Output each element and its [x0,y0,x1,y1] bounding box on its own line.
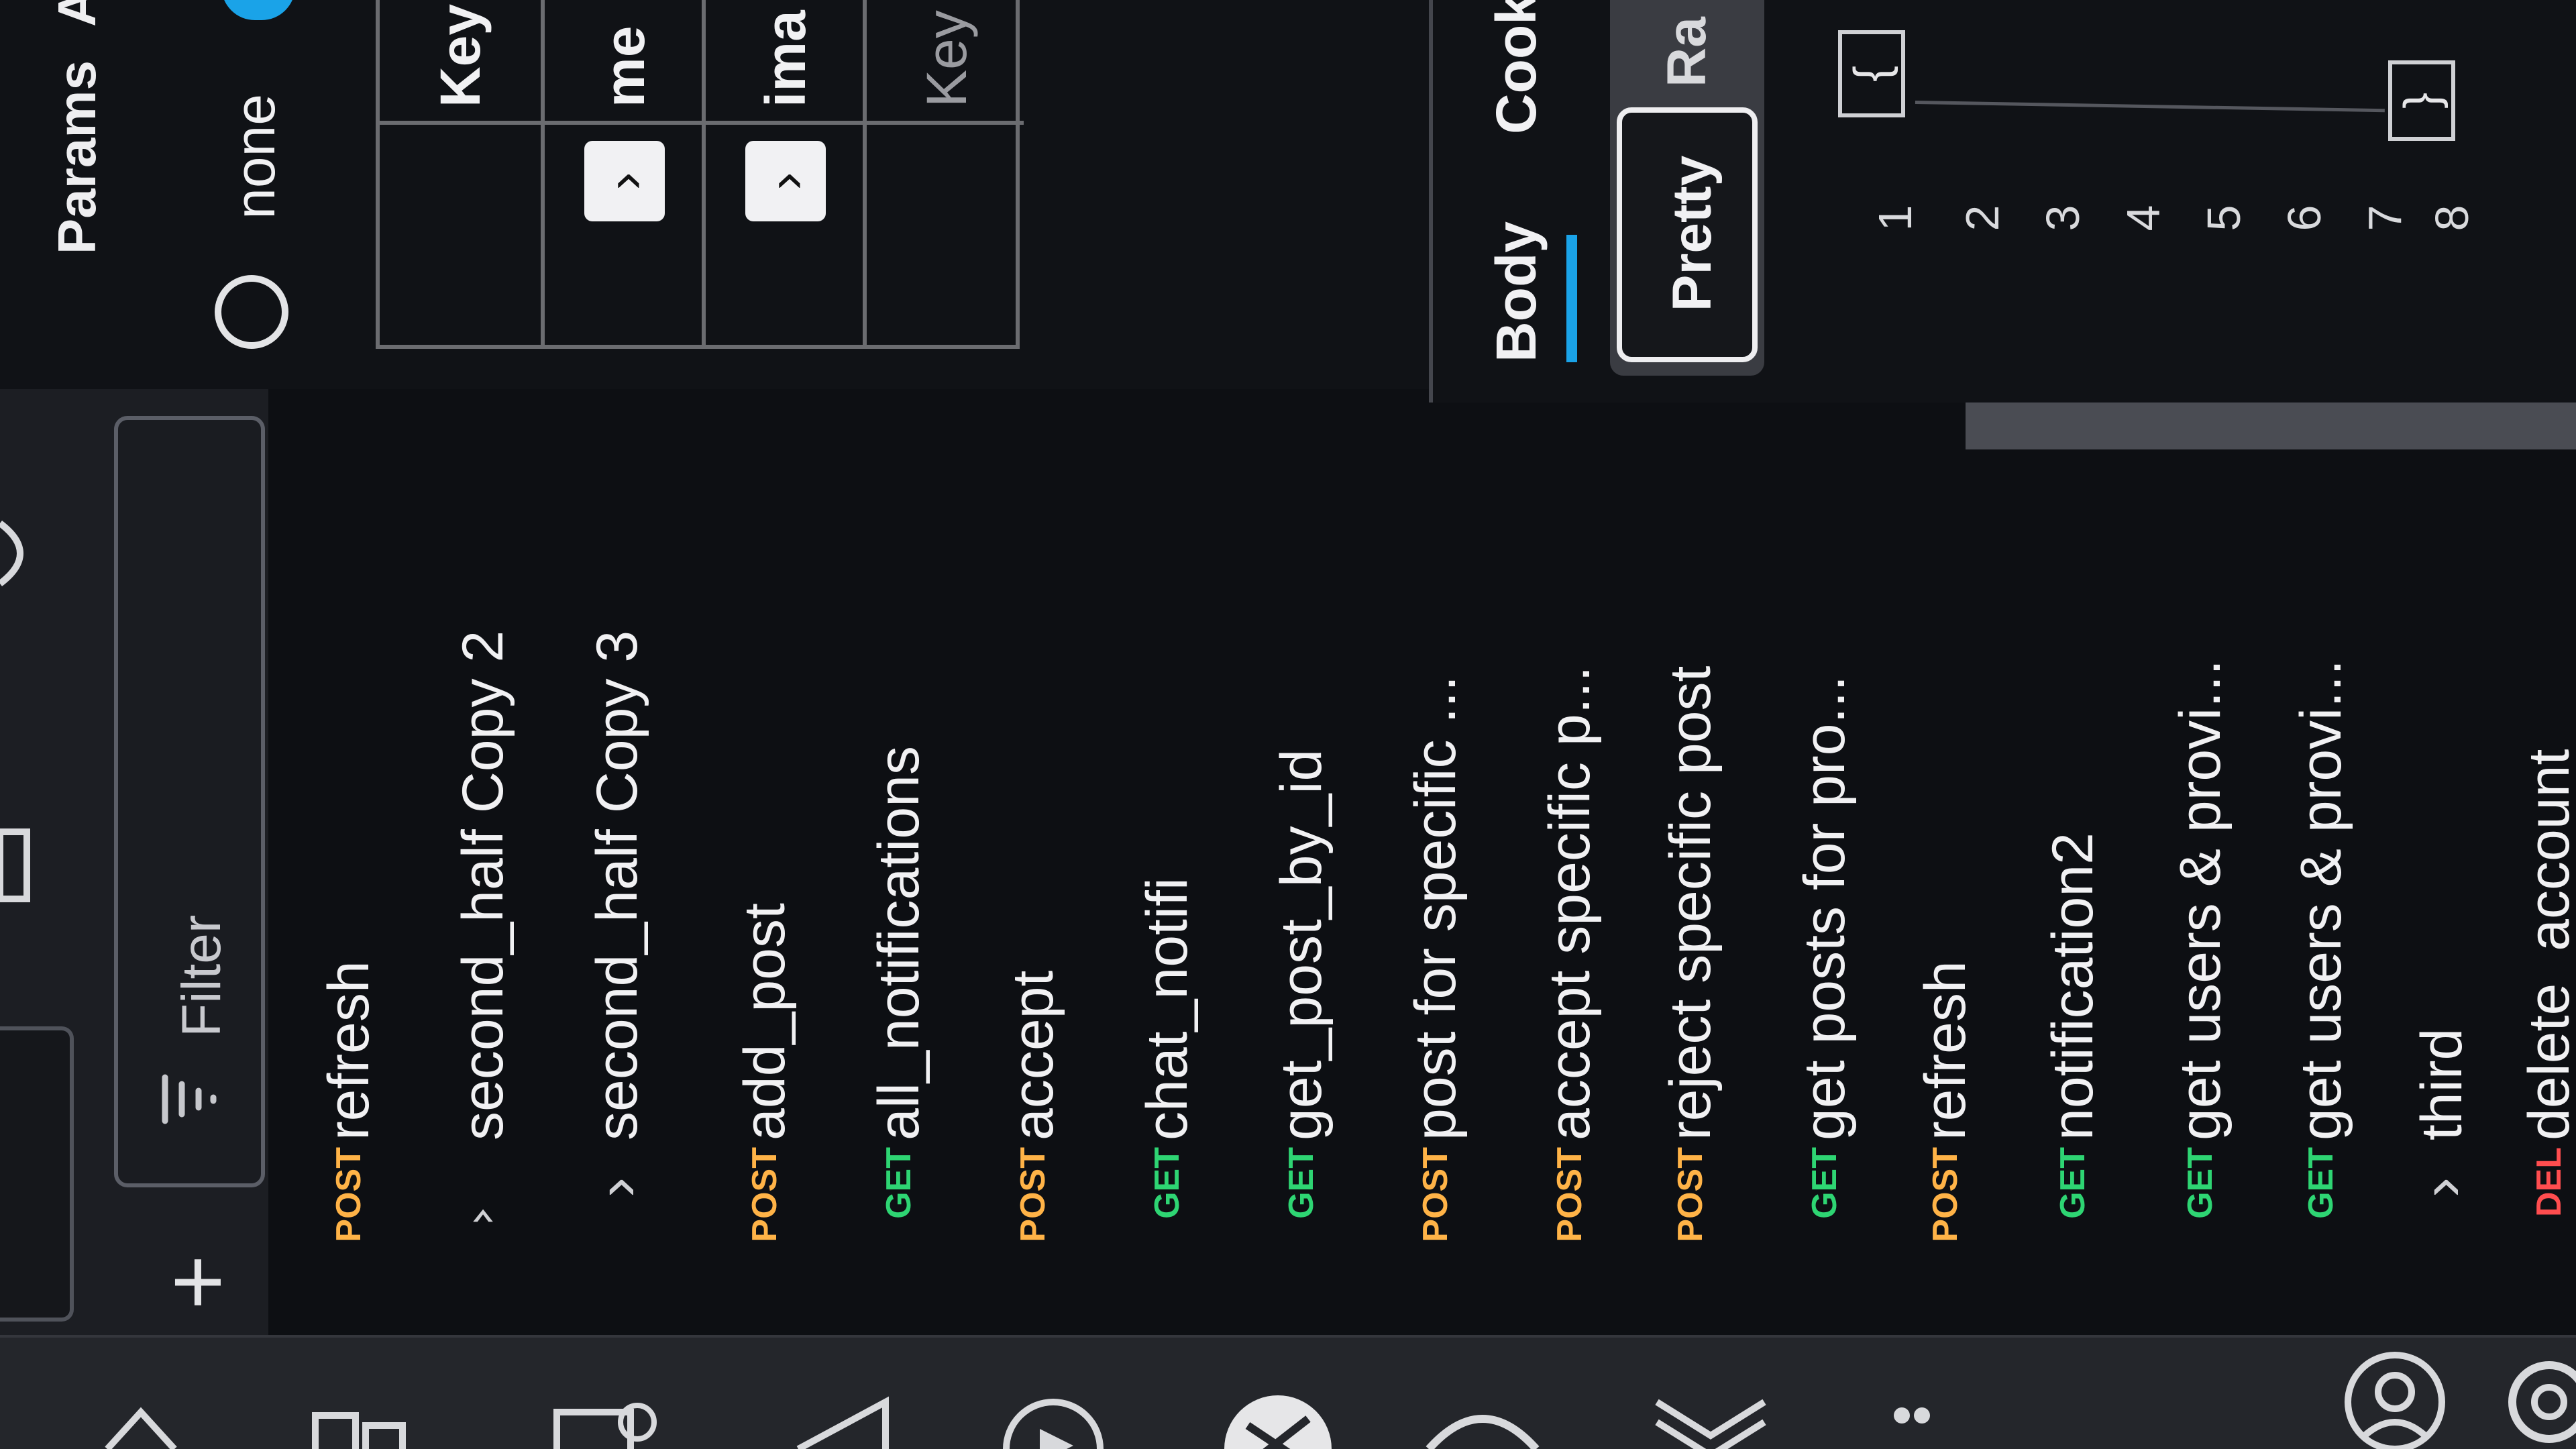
request-row[interactable]: GET get posts for pro... [1764,416,1885,1355]
table-header-key: Key [429,3,492,107]
request-name: get posts for pro... [1792,675,1857,1140]
tab-body-underline [1566,235,1577,362]
tab-cookies[interactable]: Cook [1476,0,1556,134]
body-none-label-wrap: none [215,94,295,268]
tab-params-label: Params [47,60,107,255]
request-name: get users & provi... [2289,659,2353,1140]
request-name: add_post [733,903,797,1140]
view-pretty-button[interactable]: Pretty [1617,107,1758,362]
side-tab[interactable] [0,1026,74,1322]
request-row[interactable]: GET get users & provi... [2261,416,2381,1355]
flows-icon[interactable] [993,1399,1114,1449]
request-row[interactable]: POST accept [973,416,1093,1355]
apis-icon[interactable] [1221,1392,1335,1449]
tab-params[interactable]: Params [37,60,117,342]
table-placeholder-row[interactable]: Key [866,0,1024,349]
filter-placeholder: Filter [171,914,232,1037]
request-row[interactable]: POST accept specific p... [1509,416,1630,1355]
tab-auth[interactable]: A [37,0,117,27]
brace-open: { [1838,30,1905,117]
request-name: get_post_by_id [1269,749,1334,1140]
line-number: 7 [2359,205,2411,231]
request-name: reject specific post [1658,665,1723,1140]
mock-servers-icon[interactable] [1422,1402,1543,1449]
history-icon[interactable] [792,1395,892,1449]
line-number: 8 [2426,205,2478,231]
tab-cookies-label: Cook [1485,0,1548,134]
request-row[interactable]: POST add_post [704,416,825,1355]
line-number: 6 [2278,205,2330,231]
request-row[interactable]: GET all_notifications [839,416,959,1355]
body-none-radio[interactable] [215,275,288,349]
key-placeholder: Key [915,10,978,107]
request-name: refresh [1913,961,1978,1140]
line-number: 4 [2117,205,2169,231]
photo-frame: Filter + POST refresh ‸ second_half Copy 2 ›… [0,0,2576,1449]
environments-icon[interactable] [550,1402,664,1449]
row-checkbox[interactable]: › [745,141,826,221]
folder-row[interactable]: › second_half Copy 3 [557,416,678,1355]
request-row[interactable]: DEL delete_account [2489,416,2576,1355]
request-name: third [2410,1028,2474,1140]
folder-row[interactable]: › third [2381,416,2502,1355]
request-row[interactable]: GET notification2 [2012,416,2133,1355]
request-row[interactable]: GET get_post_by_id [1241,416,1362,1355]
line-number: 3 [2037,205,2089,231]
line-number: 5 [2198,205,2250,231]
request-row[interactable]: GET get users & provi... [2140,416,2261,1355]
request-name: delete_account [2517,749,2576,1140]
request-name: notification2 [2041,833,2105,1140]
request-name: second_half Copy 3 [585,630,649,1140]
tab-auth-label: A [47,0,107,27]
request-row[interactable]: POST post for specific ... [1375,416,1496,1355]
request-name: refresh [317,961,381,1140]
filter-icon [152,1064,225,1131]
table-row[interactable]: › ima [705,0,863,349]
filter-box[interactable]: Filter [114,416,265,1187]
table-row[interactable]: › me [544,0,702,349]
request-name: all_notifications [867,745,931,1140]
refresh-icon[interactable] [0,517,40,590]
row-key: ima [754,10,817,107]
tab-body[interactable]: Body [1476,221,1556,389]
chevron-up-icon[interactable]: ‸ [449,1154,517,1221]
request-name: second_half Copy 2 [451,630,515,1140]
line-number: 2 [1956,205,2008,231]
row-key: me [593,25,656,107]
request-row[interactable]: POST refresh [288,416,409,1355]
brace-close: } [2388,60,2455,141]
home-icon[interactable] [101,1395,181,1449]
request-name: accept specific p... [1538,665,1602,1140]
body-none-label: none [223,94,286,219]
import-icon[interactable] [0,825,34,906]
filter-input[interactable]: Filter [158,621,246,1037]
request-name: accept [1001,970,1065,1140]
chevron-right-icon[interactable]: › [584,1154,651,1221]
chevron-right-icon[interactable]: › [2408,1154,2475,1221]
request-row[interactable]: POST reject specific post [1630,416,1751,1355]
settings-icon[interactable] [2489,1342,2576,1449]
line-number: 1 [1869,205,1921,231]
view-raw-button[interactable]: Ra [1637,0,1737,87]
view-pretty-label: Pretty [1662,155,1723,312]
sidebar-scrollbar[interactable] [1966,402,2576,449]
more-icon[interactable] [1892,1382,1932,1449]
params-table: Key › me › ima Key [376,0,1024,349]
request-row[interactable]: GET chat_notifi [1107,416,1228,1355]
collections-icon[interactable] [309,1402,409,1449]
view-raw-label: Ra [1656,17,1717,87]
request-name: chat_notifi [1135,877,1199,1140]
monitors-icon[interactable] [1650,1395,1771,1449]
add-collection-button[interactable]: + [151,1234,245,1328]
request-name: get users & provi... [2168,659,2233,1140]
folder-row[interactable]: ‸ second_half Copy 2 [423,416,543,1355]
tab-body-label: Body [1485,221,1548,362]
row-checkbox[interactable]: › [584,141,665,221]
team-icon[interactable] [2334,1348,2455,1449]
request-row[interactable]: POST refresh [1885,416,2006,1355]
request-name: post for specific ... [1403,675,1468,1140]
